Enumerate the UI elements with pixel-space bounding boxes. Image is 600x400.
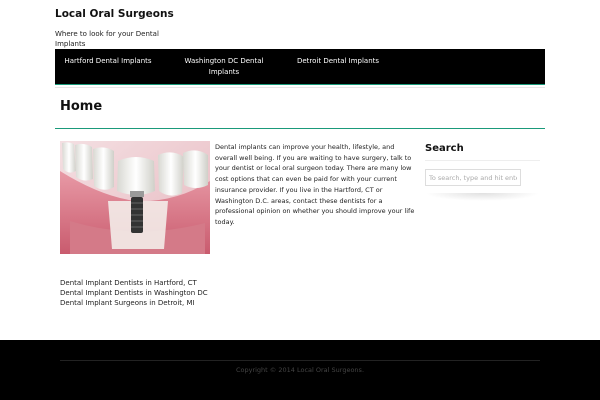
- nav-item-hartford[interactable]: Hartford Dental Implants: [58, 56, 158, 67]
- title-divider: [55, 128, 545, 129]
- link-hartford-dentists[interactable]: Dental Implant Dentists in Hartford, CT: [60, 278, 208, 288]
- nav-item-detroit[interactable]: Detroit Dental Implants: [288, 56, 388, 67]
- site-title[interactable]: Local Oral Surgeons: [55, 8, 174, 20]
- footer-divider: [60, 360, 540, 361]
- page-body-text: Dental implants can improve your health,…: [215, 143, 415, 226]
- link-washington-dc-dentists[interactable]: Dental Implant Dentists in Washington DC: [60, 288, 208, 298]
- nav-item-washington-dc[interactable]: Washington DC Dental Implants: [174, 56, 274, 78]
- dental-implant-image: [60, 141, 210, 254]
- divider: [55, 87, 545, 88]
- search-input[interactable]: [425, 169, 521, 186]
- page-title: Home: [60, 99, 103, 114]
- link-detroit-surgeons[interactable]: Dental Implant Surgeons in Detroit, MI: [60, 298, 208, 308]
- main-navigation: Hartford Dental Implants Washington DC D…: [55, 49, 545, 85]
- footer-copyright: Copyright © 2014 Local Oral Surgeons.: [235, 366, 365, 374]
- search-widget-title: Search: [425, 143, 464, 154]
- search-shadow: [425, 193, 540, 201]
- search-divider: [425, 160, 540, 161]
- site-tagline: Where to look for your Dental Implants: [55, 30, 159, 48]
- footer: Copyright © 2014 Local Oral Surgeons.: [0, 340, 600, 400]
- location-links: Dental Implant Dentists in Hartford, CT …: [60, 278, 208, 308]
